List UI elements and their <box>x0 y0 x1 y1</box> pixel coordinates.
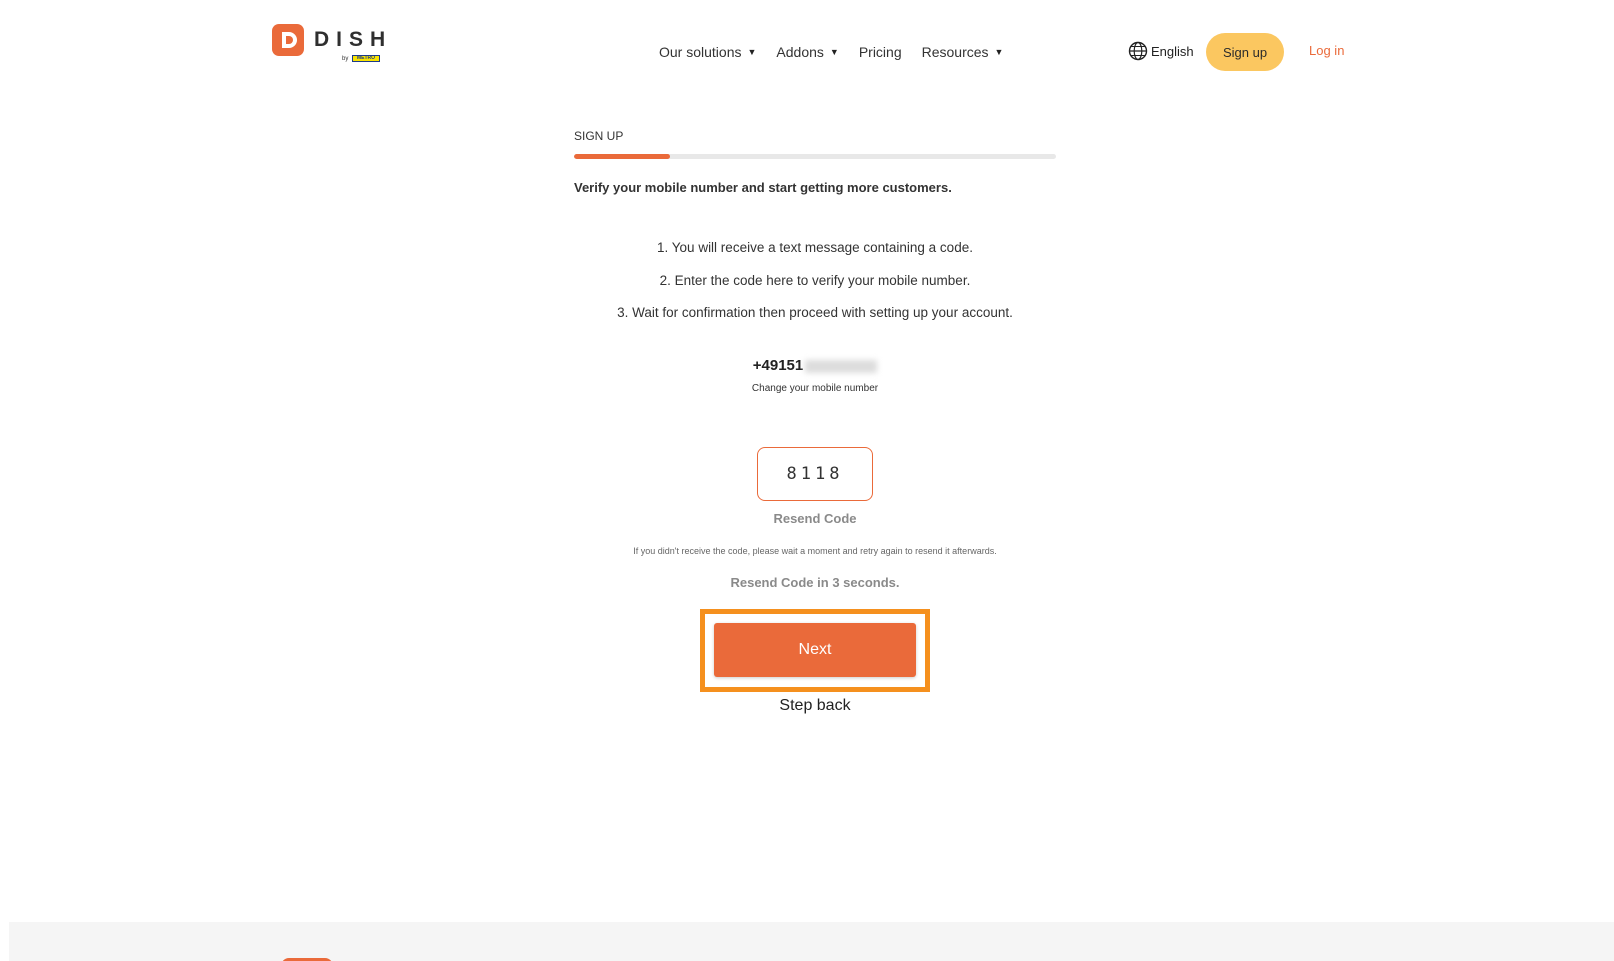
login-link[interactable]: Log in <box>1309 43 1344 58</box>
nav-item-label: Pricing <box>858 44 902 60</box>
caret-down-icon: ▼ <box>829 47 839 57</box>
step-back-link[interactable]: Step back <box>574 697 1056 715</box>
signup-progress-bar <box>574 154 1056 159</box>
caret-down-icon: ▼ <box>994 47 1004 57</box>
signup-button[interactable]: Sign up <box>1206 33 1284 71</box>
resend-note: If you didn't receive the code, please w… <box>633 546 997 556</box>
resend-countdown: Resend Code in 3 seconds. <box>730 575 900 590</box>
nav-item-our-solutions[interactable]: Our solutions ▼ <box>659 42 756 62</box>
language-selector[interactable]: English <box>1128 41 1194 61</box>
page: DISH by METRO Our solutions ▼ Addons ▼ P… <box>0 0 1614 961</box>
instruction-item: 2. Enter the code here to verify your mo… <box>659 272 971 288</box>
nav-item-label: Our solutions <box>659 44 742 60</box>
caret-down-icon: ▼ <box>747 47 757 57</box>
phone-number: +49151 <box>574 357 1056 374</box>
logo-wordmark: DISH <box>314 28 393 51</box>
instruction-item: 3. Wait for confirmation then proceed wi… <box>617 305 1013 320</box>
nav-item-addons[interactable]: Addons ▼ <box>776 42 838 62</box>
language-label: English <box>1151 43 1194 59</box>
nav-item-label: Addons <box>776 44 824 60</box>
next-button[interactable]: Next <box>714 623 916 677</box>
change-number-link[interactable]: Change your mobile number <box>574 383 1056 394</box>
phone-prefix: +49151 <box>752 357 804 374</box>
dish-logo[interactable]: DISH by METRO <box>272 24 387 66</box>
instructions-list: 1. You will receive a text message conta… <box>574 238 1056 336</box>
logo-by-text: by <box>342 56 349 62</box>
dish-logo-mark <box>272 24 304 56</box>
verification-code-input[interactable] <box>757 447 873 501</box>
phone-number-redacted <box>805 359 878 373</box>
globe-icon <box>1128 41 1148 61</box>
resend-code-button[interactable]: Resend Code <box>574 511 1056 526</box>
nav-item-label: Resources <box>921 44 989 60</box>
progress-fill <box>574 154 671 159</box>
nav-item-pricing[interactable]: Pricing <box>859 42 902 62</box>
footer <box>9 922 1614 961</box>
page-headline: Verify your mobile number and start gett… <box>574 180 952 195</box>
nav-item-resources[interactable]: Resources ▼ <box>922 42 1004 62</box>
step-label: SIGN UP <box>574 129 624 143</box>
main-nav: Our solutions ▼ Addons ▼ Pricing Resourc… <box>659 42 1003 62</box>
metro-logo: METRO <box>352 55 380 62</box>
instruction-item: 1. You will receive a text message conta… <box>657 240 973 255</box>
